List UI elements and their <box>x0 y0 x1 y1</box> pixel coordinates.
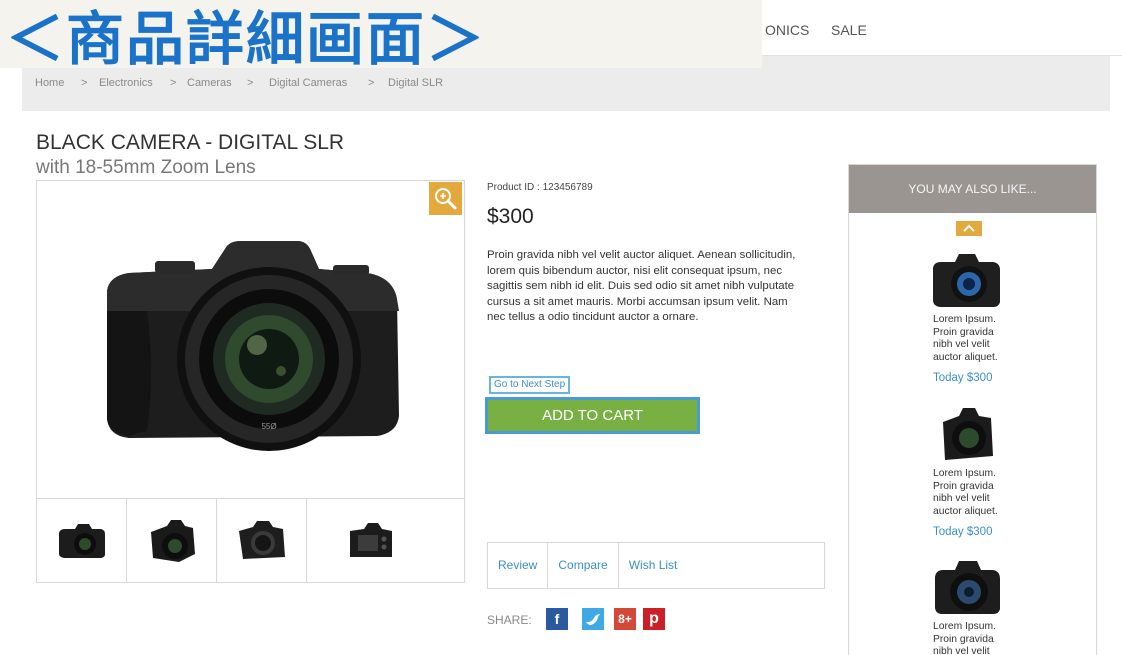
recommended-item-price[interactable]: Today $300 <box>933 372 992 384</box>
breadcrumb-separator: > <box>81 77 88 89</box>
recommended-item-image <box>933 254 1000 307</box>
nav-item-sale[interactable]: SALE <box>831 22 867 38</box>
twitter-icon[interactable] <box>582 608 604 630</box>
breadcrumb-separator: > <box>247 77 254 89</box>
thumbnail-3[interactable] <box>217 499 307 583</box>
scroll-up-button[interactable] <box>956 221 982 236</box>
camera-thumbnail-image <box>349 523 392 557</box>
google-plus-icon[interactable]: 8+ <box>614 608 636 630</box>
facebook-icon[interactable]: f <box>546 608 568 630</box>
chevron-up-icon <box>963 224 975 232</box>
tab-wish-list[interactable]: Wish List <box>619 543 688 588</box>
product-description: Proin gravida nibh vel velit auctor aliq… <box>487 249 796 324</box>
breadcrumb-digital-slr[interactable]: Digital SLR <box>388 77 443 89</box>
share-label: SHARE: <box>487 613 532 627</box>
tab-compare[interactable]: Compare <box>548 543 619 588</box>
tab-review[interactable]: Review <box>488 543 549 588</box>
lens-mm-label: 55Ø <box>261 422 276 431</box>
breadcrumb-separator: > <box>170 77 177 89</box>
breadcrumb-electronics[interactable]: Electronics <box>99 77 153 89</box>
recommended-item-price[interactable]: Today $300 <box>933 526 992 538</box>
pinterest-icon[interactable]: p <box>643 608 665 630</box>
recommended-item-image <box>943 408 993 460</box>
recommendations-sidebar: YOU MAY ALSO LIKE... Lorem Ipsum. Proin … <box>848 164 1097 655</box>
zoom-in-icon <box>435 188 457 210</box>
breadcrumb-cameras[interactable]: Cameras <box>187 77 232 89</box>
main-product-image[interactable]: 55Ø <box>37 181 464 498</box>
camera-thumbnail-image <box>150 520 195 562</box>
camera-thumbnail-image <box>238 521 285 559</box>
breadcrumb-digital-cameras[interactable]: Digital Cameras <box>269 77 347 89</box>
zoom-button[interactable] <box>429 182 462 215</box>
product-title: BLACK CAMERA - DIGITAL SLR <box>36 131 345 154</box>
add-to-cart-button[interactable]: ADD TO CART <box>485 397 700 434</box>
thumbnail-strip <box>37 498 464 583</box>
nav-item-electronics[interactable]: ONICS <box>765 22 809 38</box>
go-to-next-step-link[interactable]: Go to Next Step <box>489 376 571 394</box>
product-subtitle: with 18-55mm Zoom Lens <box>36 157 256 178</box>
product-tabs: Review Compare Wish List <box>487 542 825 589</box>
product-gallery: 55Ø <box>36 180 465 583</box>
product-price: $300 <box>487 205 534 228</box>
thumbnail-2[interactable] <box>127 499 217 583</box>
page-caption: ＜商品詳細画面＞ <box>6 5 487 73</box>
thumbnail-1[interactable] <box>37 499 127 583</box>
camera-thumbnail-image <box>58 524 105 558</box>
breadcrumb-home[interactable]: Home <box>35 77 64 89</box>
recommended-item-text: Lorem Ipsum. Proin gravida nibh vel veli… <box>933 314 998 363</box>
breadcrumb-separator: > <box>368 77 375 89</box>
sidebar-title: YOU MAY ALSO LIKE... <box>849 165 1096 213</box>
recommended-item-text: Lorem Ipsum. Proin gravida nibh vel veli… <box>933 468 998 517</box>
recommended-item-image <box>935 561 1000 614</box>
page-caption-banner: ＜商品詳細画面＞ <box>0 0 762 73</box>
product-id: Product ID : 123456789 <box>487 182 593 193</box>
recommended-item-text: Lorem Ipsum. Proin gravida nibh vel veli… <box>933 621 996 655</box>
thumbnail-4[interactable] <box>307 499 434 583</box>
